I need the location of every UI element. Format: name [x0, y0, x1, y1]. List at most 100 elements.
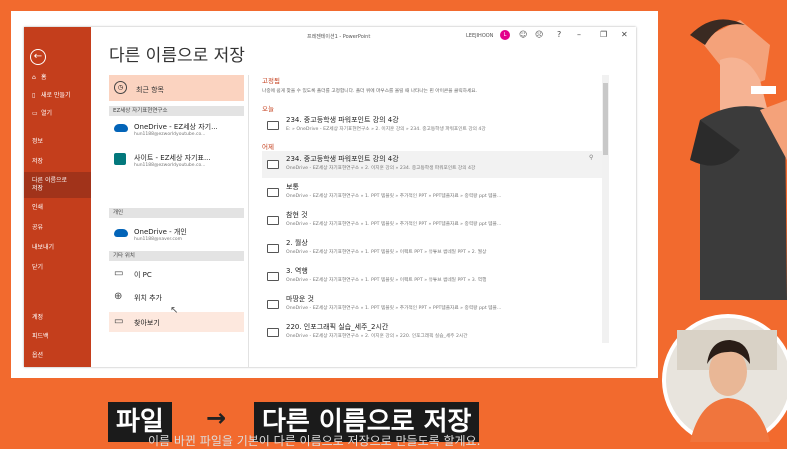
folder-icon	[267, 300, 279, 309]
new-document-icon: ▯	[32, 92, 36, 99]
folder-name: 참현 것	[286, 211, 308, 219]
folder-path: OneDrive - EZ세상 자기표현연구소 » 1. PPT 템플릿 » 이…	[286, 278, 487, 283]
folder-row[interactable]: 마땅운 것 OneDrive - EZ세상 자기표현연구소 » 1. PPT 템…	[262, 291, 602, 318]
onedrive-cloud-icon	[114, 124, 128, 132]
location-email: hun1188@naver.com	[134, 237, 183, 242]
folder-icon	[267, 160, 279, 169]
folder-row[interactable]: 220. 인포그래픽 실습_세주_2시간 OneDrive - EZ세상 자기표…	[262, 319, 602, 346]
pin-icon[interactable]: ⚲	[589, 154, 593, 161]
nav-item-label: 옵션	[32, 352, 44, 359]
nav-item-info[interactable]: 정보	[24, 138, 91, 146]
folder-open-icon: ▭	[32, 110, 38, 117]
clock-icon: ◷	[114, 81, 127, 94]
nav-item-print[interactable]: 인쇄	[24, 204, 91, 212]
folder-path: OneDrive - EZ세상 자기표현연구소 » 2. 이지훈 강의 » 23…	[286, 166, 476, 171]
section-header: EZ세상 자기표현연구소	[109, 106, 244, 116]
subtitle: 이름 바뀐 파일을 기본이 다른 이름으로 저장으로 만들도록 할게요.	[148, 434, 481, 448]
nav-item-close[interactable]: 닫기	[24, 264, 91, 272]
folder-icon	[267, 328, 279, 337]
globe-icon: ⊕	[114, 291, 123, 302]
nav-item-feedback[interactable]: 피드백	[24, 333, 91, 341]
folder-name: 보통	[286, 183, 299, 191]
nav-item-label: 홈	[41, 74, 47, 81]
location-this-pc[interactable]: ▭ 이 PC	[109, 264, 244, 284]
nav-item-save[interactable]: 저장	[24, 158, 91, 166]
nav-item-home[interactable]: ⌂ 홈	[24, 74, 91, 82]
folder-icon	[267, 272, 279, 281]
folder-icon	[267, 188, 279, 197]
close-icon[interactable]: ✕	[621, 30, 628, 39]
nav-item-label: 정보	[32, 138, 44, 145]
nav-item-label: 공유	[32, 224, 44, 231]
folder-icon	[267, 216, 279, 225]
folder-name: 3. 역행	[286, 267, 308, 275]
location-label: 사이트 - EZ세상 자기표...	[134, 154, 211, 162]
folder-path: OneDrive - EZ세상 자기표현연구소 » 1. PPT 템플릿 » 추…	[286, 306, 502, 311]
folder-name: 234. 중고등학생 파워포인트 강의 4강	[286, 155, 399, 163]
nav-item-label: 내보내기	[32, 244, 55, 251]
location-label: OneDrive - EZ세상 자기...	[134, 123, 218, 131]
location-label: 찾아보기	[134, 319, 160, 327]
scrollbar[interactable]	[602, 75, 609, 343]
divider	[248, 75, 249, 367]
location-sharepoint-site[interactable]: 사이트 - EZ세상 자기표... hun1188@ezworldyoutube…	[109, 149, 244, 175]
location-email: hun1188@ezworldyoutube.co...	[134, 163, 206, 168]
backstage-nav: ← ⌂ 홈 ▯ 새로 만들기 ▭ 열기 정보 저장 다른 이름으로 저장 인쇄 공유 …	[24, 27, 91, 367]
nav-item-open[interactable]: ▭ 열기	[24, 110, 91, 118]
location-onedrive-org[interactable]: OneDrive - EZ세상 자기... hun1188@ezworldyou…	[109, 118, 244, 144]
location-email: hun1188@ezworldyoutube.co...	[134, 132, 206, 137]
folder-name: 220. 인포그래픽 실습_세주_2시간	[286, 323, 389, 331]
folder-icon	[267, 121, 279, 130]
folder-path: OneDrive - EZ세상 자기표현연구소 » 1. PPT 템플릿 » 추…	[286, 222, 502, 227]
nav-item-label: 저장	[32, 158, 44, 165]
restore-icon[interactable]: ❐	[600, 30, 607, 39]
folder-path: OneDrive - EZ세상 자기표현연구소 » 1. PPT 템플릿 » 이…	[286, 250, 487, 255]
location-add-place[interactable]: ⊕ 위치 추가	[109, 287, 244, 307]
nav-item-label: 열기	[41, 110, 53, 117]
nav-item-save-as[interactable]: 다른 이름으로 저장	[24, 172, 91, 198]
folder-row[interactable]: 참현 것 OneDrive - EZ세상 자기표현연구소 » 1. PPT 템플…	[262, 207, 602, 234]
pinned-description: 나중에 쉽게 찾을 수 있도록 폴더를 고정합니다. 폴더 위에 마우스를 올릴…	[262, 89, 478, 94]
folder-row[interactable]: 보통 OneDrive - EZ세상 자기표현연구소 » 1. PPT 템플릿 …	[262, 179, 602, 206]
avatar[interactable]: L	[500, 30, 510, 40]
nav-item-new[interactable]: ▯ 새로 만들기	[24, 92, 91, 100]
folder-name: 234. 중고등학생 파워포인트 강의 4강	[286, 116, 399, 124]
sharepoint-icon	[114, 153, 126, 165]
nav-item-export[interactable]: 내보내기	[24, 244, 91, 252]
folder-row[interactable]: 234. 중고등학생 파워포인트 강의 4강 E: » OneDrive - E…	[262, 112, 602, 139]
folder-row[interactable]: 3. 역행 OneDrive - EZ세상 자기표현연구소 » 1. PPT 템…	[262, 263, 602, 290]
nav-item-label: 새로 만들기	[41, 92, 71, 99]
scrollbar-thumb[interactable]	[603, 83, 608, 155]
section-header: 기타 위치	[109, 251, 244, 261]
section-header: 개인	[109, 208, 244, 218]
nav-item-label: 닫기	[32, 264, 44, 271]
location-label: 최근 항목	[136, 86, 164, 94]
powerpoint-window: ← ⌂ 홈 ▯ 새로 만들기 ▭ 열기 정보 저장 다른 이름으로 저장 인쇄 공유 …	[24, 27, 636, 367]
window-title: 프레젠테이션1 - PowerPoint	[307, 34, 371, 40]
folder-name: 2. 월상	[286, 239, 308, 247]
folder-row[interactable]: 2. 월상 OneDrive - EZ세상 자기표현연구소 » 1. PPT 템…	[262, 235, 602, 262]
onedrive-cloud-icon	[114, 229, 128, 237]
group-header-pinned: 고정됨	[262, 77, 280, 85]
location-onedrive-personal[interactable]: OneDrive - 개인 hun1188@naver.com	[109, 223, 244, 249]
group-header-yesterday: 어제	[262, 143, 274, 151]
folder-icon	[267, 244, 279, 253]
nav-item-options[interactable]: 옵션	[24, 352, 91, 360]
minimize-icon[interactable]: –	[577, 30, 581, 39]
computer-icon: ▭	[114, 268, 124, 279]
home-icon: ⌂	[32, 74, 36, 81]
folder-path: OneDrive - EZ세상 자기표현연구소 » 2. 이지훈 강의 » 22…	[286, 334, 468, 339]
caption-arrow: →	[206, 404, 227, 432]
smile-icon[interactable]: ☺	[519, 30, 527, 39]
location-label: 이 PC	[134, 271, 152, 279]
user-name[interactable]: LEEJIHOON	[466, 33, 493, 39]
nav-item-share[interactable]: 공유	[24, 224, 91, 232]
location-recent[interactable]: ◷ 최근 항목	[109, 75, 244, 101]
nav-item-account[interactable]: 계정	[24, 314, 91, 322]
folder-row[interactable]: 234. 중고등학생 파워포인트 강의 4강 OneDrive - EZ세상 자…	[262, 151, 602, 178]
nav-item-label: 다른 이름으로	[32, 177, 68, 184]
frown-icon[interactable]: ☹	[535, 30, 543, 39]
back-arrow-icon[interactable]: ←	[30, 49, 46, 65]
help-icon[interactable]: ?	[557, 30, 561, 39]
folder-path: OneDrive - EZ세상 자기표현연구소 » 1. PPT 템플릿 » 추…	[286, 194, 502, 199]
